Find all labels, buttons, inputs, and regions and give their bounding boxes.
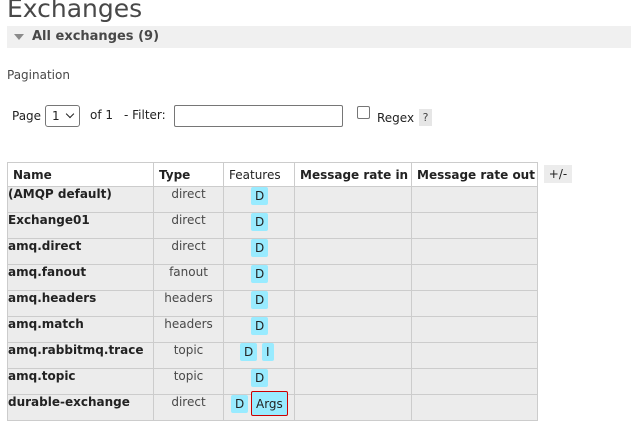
page-select[interactable]: 1 [45,105,80,127]
message-rate-in [294,264,412,291]
message-rate-out [411,238,538,265]
filter-input[interactable] [174,105,343,127]
feature-badge-durable: D [231,395,249,413]
message-rate-in [294,212,412,239]
feature-badges: D [224,187,294,207]
feature-badge-durable: D [251,265,269,283]
feature-badges: D [224,317,294,337]
columns-toggle-button[interactable]: +/- [544,165,572,183]
exchange-name-link[interactable]: amq.direct [7,238,154,265]
feature-badge-durable: D [251,239,269,257]
exchange-name-link[interactable]: amq.headers [7,290,154,317]
column-header-name[interactable]: Name [7,162,154,187]
table-row[interactable]: amq.fanout fanout D [7,264,538,291]
exchange-name-link[interactable]: amq.topic [7,368,154,395]
table-row[interactable]: (AMQP default) direct D [7,186,538,213]
page-title: Exchanges [7,0,143,23]
feature-badge-durable: D [251,317,269,335]
exchange-type: direct [153,186,224,213]
exchange-features: D [223,290,295,317]
column-header-rate-out[interactable]: Message rate out [411,162,538,187]
exchange-type: topic [153,368,224,395]
exchange-features: D [223,212,295,239]
feature-badges: D [224,291,294,311]
page-count-label: of 1 [90,108,114,122]
exchange-features: DI [223,342,295,369]
regex-checkbox[interactable] [357,106,370,119]
table-row[interactable]: durable-exchange direct D Args [7,391,538,421]
exchange-name-link[interactable]: durable-exchange [7,394,154,421]
exchange-type: fanout [153,264,224,291]
regex-help-button[interactable]: ? [419,109,432,126]
message-rate-out [411,264,538,291]
exchange-features: D [223,264,295,291]
message-rate-out [411,394,538,421]
feature-badge-durable: D [251,291,269,309]
table-row[interactable]: amq.rabbitmq.trace topic D I [7,342,538,369]
page-select-value: 1 [52,109,60,123]
exchange-type: topic [153,342,224,369]
table-row[interactable]: amq.direct direct D [7,238,538,265]
exchange-features: D [223,186,295,213]
exchange-name-link[interactable]: Exchange01 [7,212,154,239]
exchange-type: direct [153,394,224,421]
section-title[interactable]: All exchanges (9) [32,29,159,44]
feature-badge-args[interactable]: Args [251,391,288,416]
message-rate-in [294,290,412,317]
feature-badge-internal: I [262,343,274,361]
column-header-rate-in[interactable]: Message rate in [294,162,412,187]
column-header-type[interactable]: Type [153,162,224,187]
exchange-features: D [223,316,295,343]
exchange-type: direct [153,238,224,265]
message-rate-in [294,238,412,265]
table-row[interactable]: amq.match headers D [7,316,538,343]
feature-badges: D [224,213,294,233]
message-rate-out [411,316,538,343]
pagination-label: Pagination [7,68,70,82]
feature-badges: DI [224,343,294,363]
feature-badge-durable: D [251,213,269,231]
exchanges-table: Name Type Features Message rate in Messa… [7,162,538,421]
feature-badge-durable: D [251,187,269,205]
column-header-features: Features [223,162,295,187]
message-rate-out [411,368,538,395]
exchange-name-link[interactable]: amq.match [7,316,154,343]
feature-badges: D [224,239,294,259]
message-rate-in [294,342,412,369]
feature-badges: D [224,369,294,389]
message-rate-in [294,316,412,343]
exchange-name-link[interactable]: amq.fanout [7,264,154,291]
exchange-type: headers [153,290,224,317]
feature-badges: D [224,265,294,285]
table-row[interactable]: Exchange01 direct D [7,212,538,239]
message-rate-out [411,186,538,213]
table-header-row: Name Type Features Message rate in Messa… [7,162,538,187]
exchange-features: D Args [223,391,295,421]
message-rate-out [411,212,538,239]
table-row[interactable]: amq.headers headers D [7,290,538,317]
all-exchanges-section-toggle[interactable]: All exchanges (9) [7,26,631,48]
feature-badges: D Args [224,391,294,416]
message-rate-in [294,186,412,213]
collapse-triangle-icon[interactable] [14,34,24,40]
exchange-name-link[interactable]: amq.rabbitmq.trace [7,342,154,369]
feature-badge-durable: D [240,343,258,361]
regex-label: Regex [377,111,415,125]
page-label: Page [12,109,42,123]
exchange-type: headers [153,316,224,343]
chevron-down-icon [65,109,75,119]
exchange-name-link[interactable]: (AMQP default) [7,186,154,213]
filter-label: - Filter: [124,108,166,122]
message-rate-in [294,368,412,395]
message-rate-in [294,394,412,421]
feature-badge-durable: D [251,369,269,387]
message-rate-out [411,290,538,317]
exchange-type: direct [153,212,224,239]
exchange-features: D [223,238,295,265]
message-rate-out [411,342,538,369]
